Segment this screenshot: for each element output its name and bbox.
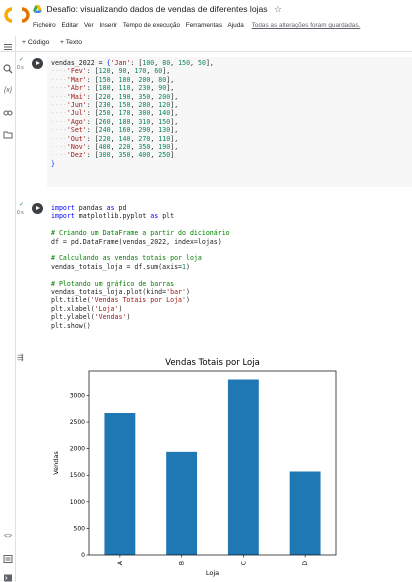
code-line: ····'Nov': [400, 220, 350, 190], xyxy=(51,143,179,152)
bar xyxy=(289,471,321,555)
code-line: plt.xlabel('Loja') xyxy=(51,304,123,313)
colab-logo-icon[interactable] xyxy=(4,6,30,24)
left-sidebar: {x} <> xyxy=(0,36,16,582)
code-editor[interactable]: vendas_2022 = {'Jan': [100, 80, 150, 50]… xyxy=(47,57,412,187)
menu-view[interactable]: Ver xyxy=(84,22,94,29)
add-text-button[interactable]: + Texto xyxy=(60,39,82,46)
y-tick-label: 500 xyxy=(74,525,86,532)
bar xyxy=(227,379,259,555)
star-icon[interactable]: ☆ xyxy=(274,4,282,14)
code-line: ····'Abr': [180, 110, 230, 90], xyxy=(51,84,175,93)
output-actions-icon[interactable]: ⇶ xyxy=(17,353,24,362)
x-tick-label: B xyxy=(179,561,186,565)
drive-icon xyxy=(33,5,42,13)
code-line: # Plotando um gráfico de barras xyxy=(51,279,175,288)
code-line: # Calculando as vendas totais por loja xyxy=(51,254,202,263)
menu-file[interactable]: Ficheiro xyxy=(33,22,56,29)
files-folder-icon[interactable] xyxy=(3,130,13,140)
code-line: ····'Jul': [250, 170, 300, 140], xyxy=(51,109,179,118)
code-line: vendas_2022 = {'Jan': [100, 80, 150, 50]… xyxy=(51,59,214,67)
notebook-title-row: Desafio: visualizando dados de vendas de… xyxy=(33,4,282,15)
code-line: plt.ylabel('Vendas') xyxy=(51,313,131,322)
run-cell-button[interactable] xyxy=(32,203,43,214)
code-line: # Criando um DataFrame a partir do dicio… xyxy=(51,229,230,238)
y-tick-label: 1000 xyxy=(70,499,85,506)
y-tick-label: 2500 xyxy=(70,419,85,426)
code-line: import matplotlib.pyplot as plt xyxy=(51,212,175,221)
y-tick-label: 0 xyxy=(81,552,85,559)
execution-time: 0 s xyxy=(17,210,24,216)
code-line: } xyxy=(51,159,55,168)
code-line: ····'Mar': [150, 100, 200, 80], xyxy=(51,75,175,84)
code-line: ····'Jun': [230, 150, 280, 120], xyxy=(51,101,179,110)
menu-bar: Ficheiro Editar Ver Inserir Tempo de exe… xyxy=(33,22,364,29)
code-line: df = pd.DataFrame(vendas_2022, index=loj… xyxy=(51,237,222,246)
chart-title: Vendas Totais por Loja xyxy=(165,358,260,368)
search-icon[interactable] xyxy=(3,64,13,74)
menu-runtime[interactable]: Tempo de execução xyxy=(123,22,180,29)
save-status-link[interactable]: Todas as alterações foram guardadas. xyxy=(252,22,361,29)
check-icon: ✓ xyxy=(19,57,25,63)
code-line: plt.title('Vendas Totais por Loja') xyxy=(51,296,190,305)
terminal-icon[interactable] xyxy=(3,573,13,582)
code-cell-2[interactable]: ✓ 0 s import pandas as pd import matplotl… xyxy=(17,202,412,344)
code-line: ····'Fev': [120, 90, 170, 60], xyxy=(51,67,171,76)
notebook-title[interactable]: Desafio: visualizando dados de vendas de… xyxy=(46,4,267,14)
code-line: ····'Mai': [220, 190, 350, 200], xyxy=(51,92,179,101)
notebook-toolbar: + Código + Texto xyxy=(0,36,412,52)
code-line: plt.show() xyxy=(51,321,91,330)
secrets-key-icon[interactable] xyxy=(3,108,13,118)
code-snippets-icon[interactable]: <> xyxy=(3,532,13,542)
code-line: vendas_totais_loja.plot(kind='bar') xyxy=(51,288,190,297)
x-tick-label: A xyxy=(117,560,124,565)
x-axis-label: Loja xyxy=(206,569,219,577)
add-code-button[interactable]: + Código xyxy=(22,39,49,46)
code-editor[interactable]: import pandas as pd import matplotlib.pyp… xyxy=(47,202,412,342)
check-icon: ✓ xyxy=(19,202,25,208)
bar-chart: Vendas Totais por Loja A B C D 0 500 1000 1500 20… xyxy=(52,358,337,577)
code-line: import pandas as pd xyxy=(51,204,127,212)
y-tick-label: 2000 xyxy=(70,446,85,453)
x-tick-label: D xyxy=(302,561,309,566)
bar xyxy=(104,413,136,555)
run-cell-button[interactable] xyxy=(32,58,43,69)
app-header: Desafio: visualizando dados de vendas de… xyxy=(0,0,412,36)
code-line: ····'Out': [220, 140, 270, 110], xyxy=(51,134,179,143)
code-cell-1[interactable]: ✓ 0 s vendas_2022 = {'Jan': [100, 80, 15… xyxy=(17,57,412,191)
menu-tools[interactable]: Ferramentas xyxy=(186,22,222,29)
code-line: ····'Ago': [260, 180, 310, 150], xyxy=(51,117,179,126)
y-axis-label: Vendas xyxy=(52,451,60,475)
command-palette-icon[interactable] xyxy=(3,554,13,564)
y-tick-label: 3000 xyxy=(70,392,85,399)
menu-edit[interactable]: Editar xyxy=(62,22,79,29)
bar xyxy=(166,451,198,555)
variables-icon[interactable]: {x} xyxy=(3,86,13,96)
menu-insert[interactable]: Inserir xyxy=(99,22,117,29)
execution-time: 0 s xyxy=(17,65,24,71)
toc-icon[interactable] xyxy=(3,42,13,52)
x-tick-label: C xyxy=(240,561,247,565)
code-line: ····'Set': [240, 160, 290, 130], xyxy=(51,126,179,135)
menu-help[interactable]: Ajuda xyxy=(227,22,243,29)
code-line: ····'Dez': [300, 350, 400, 250] xyxy=(51,151,175,160)
y-tick-label: 1500 xyxy=(70,472,85,479)
code-line: vendas_totais_loja = df.sum(axis=1) xyxy=(51,262,190,271)
